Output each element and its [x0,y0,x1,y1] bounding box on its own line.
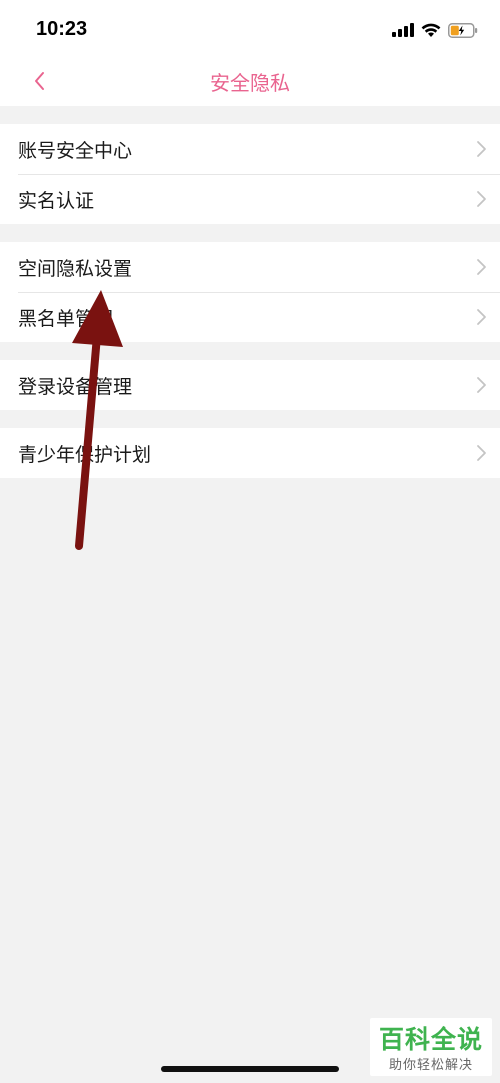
list-item-blacklist[interactable]: 黑名单管理 [0,292,500,342]
list-item-login-devices[interactable]: 登录设备管理 [0,360,500,410]
list-item-youth-protection[interactable]: 青少年保护计划 [0,428,500,478]
status-bar: 10:23 [0,0,500,56]
list-item-space-privacy[interactable]: 空间隐私设置 [0,242,500,292]
status-time: 10:23 [36,18,88,40]
list-item-label: 账号安全中心 [18,140,133,162]
settings-group-devices: 登录设备管理 [0,360,500,410]
chevron-right-icon [477,445,486,461]
list-item-real-name-auth[interactable]: 实名认证 [0,174,500,224]
battery-charging-icon [448,22,478,38]
page-title: 安全隐私 [210,71,290,95]
list-item-label: 黑名单管理 [18,308,114,330]
status-icons [392,20,478,40]
list-item-label: 空间隐私设置 [18,258,133,280]
signal-icon [392,23,414,37]
home-indicator[interactable] [161,1066,339,1072]
settings-group-privacy: 空间隐私设置 黑名单管理 [0,242,500,342]
screen: 10:23 安全隐私 账号安全中心 实名认证 空间隐私设置 黑名单管理 登录设备… [0,0,500,1083]
watermark-subtitle: 助你轻松解决 [388,1058,473,1073]
watermark-title: 百科全说 [378,1025,483,1054]
list-item-label: 青少年保护计划 [18,444,152,466]
watermark-logo: 百科全说 助你轻松解决 [370,1018,492,1076]
settings-group-youth: 青少年保护计划 [0,428,500,478]
list-item-label: 实名认证 [18,190,95,212]
chevron-right-icon [477,141,486,157]
chevron-right-icon [477,377,486,393]
chevron-right-icon [477,259,486,275]
nav-bar: 安全隐私 [0,56,500,106]
list-item-account-security[interactable]: 账号安全中心 [0,124,500,174]
settings-group-account: 账号安全中心 实名认证 [0,124,500,224]
chevron-right-icon [477,191,486,207]
chevron-right-icon [477,309,486,325]
wifi-icon [421,23,441,37]
list-item-label: 登录设备管理 [18,376,133,398]
